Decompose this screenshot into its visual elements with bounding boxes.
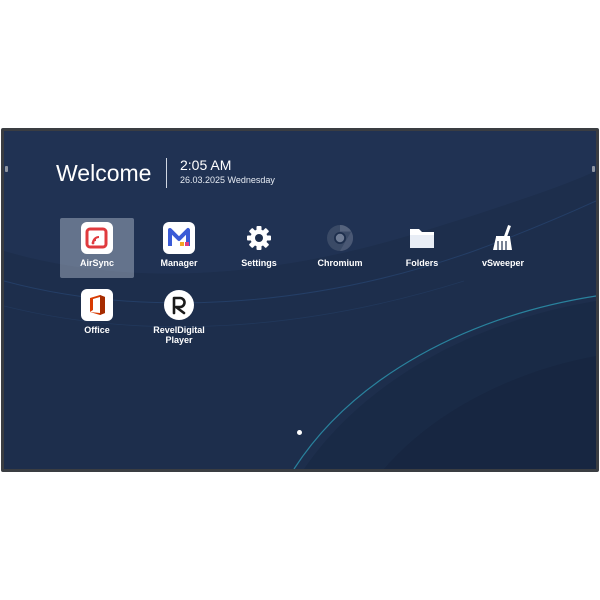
app-office[interactable]: Office <box>60 285 134 345</box>
office-icon <box>81 289 113 321</box>
app-label: Chromium <box>317 258 363 268</box>
broom-icon <box>487 222 519 254</box>
app-chromium[interactable]: Chromium <box>303 218 377 278</box>
app-label: Folders <box>405 258 439 268</box>
app-settings[interactable]: Settings <box>222 218 296 278</box>
clock-time: 2:05 AM <box>180 157 232 173</box>
app-label: vSweeper <box>481 258 525 268</box>
clock-date: 26.03.2025 Wednesday <box>180 175 275 185</box>
header-divider <box>166 158 167 188</box>
manager-icon <box>163 222 195 254</box>
gear-icon <box>243 222 275 254</box>
app-label: AirSync <box>79 258 114 268</box>
left-edge-handle[interactable] <box>5 166 8 172</box>
app-folders[interactable]: Folders <box>385 218 459 278</box>
page-indicator-dot[interactable] <box>297 430 302 435</box>
folder-icon <box>406 222 438 254</box>
right-edge-handle[interactable] <box>592 166 595 172</box>
app-label: RevelDigital Player <box>153 325 205 345</box>
app-label: Settings <box>241 258 277 268</box>
welcome-title: Welcome <box>56 160 152 186</box>
app-label: Office <box>84 325 110 335</box>
home-screen: Welcome 2:05 AM 26.03.2025 Wednesday Air… <box>4 131 596 469</box>
reveldigital-icon <box>163 289 195 321</box>
app-label: Manager <box>160 258 198 268</box>
app-airsync[interactable]: AirSync <box>60 218 134 278</box>
chromium-icon <box>324 222 356 254</box>
airsync-icon <box>81 222 113 254</box>
app-vsweeper[interactable]: vSweeper <box>466 218 540 278</box>
app-manager[interactable]: Manager <box>142 218 216 278</box>
app-reveldigital-player[interactable]: RevelDigital Player <box>142 285 216 345</box>
